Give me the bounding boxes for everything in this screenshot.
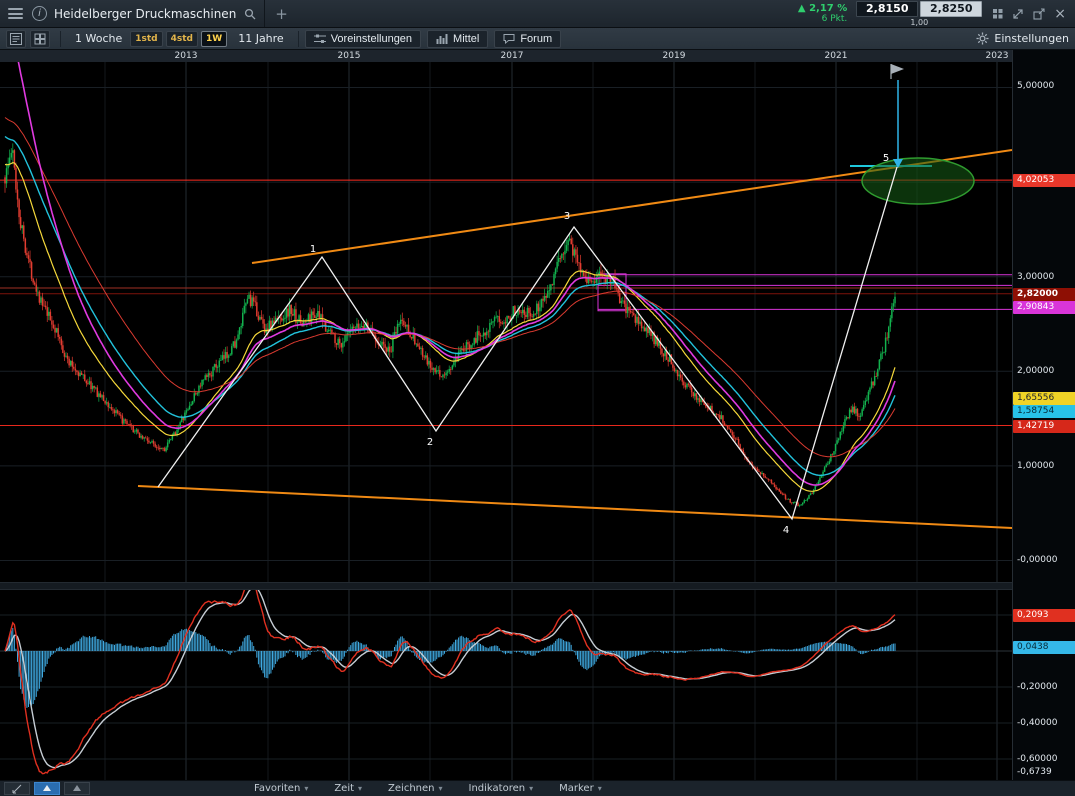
time-axis-year: 2015 bbox=[338, 51, 361, 61]
interval-button-4std[interactable]: 4std bbox=[166, 31, 198, 47]
title-bar: i Heidelberger Druckmaschinen + ▲ 2,17 %… bbox=[0, 0, 1075, 28]
svg-text:5: 5 bbox=[883, 153, 889, 164]
bottom-bar-item-zeichnen[interactable]: Zeichnen▾ bbox=[388, 783, 442, 794]
range-dropdown[interactable]: 11 Jahre bbox=[230, 32, 292, 45]
popout-icon[interactable] bbox=[1033, 8, 1045, 20]
presets-button[interactable]: Voreinstellungen bbox=[305, 30, 421, 48]
settings-button[interactable]: Einstellungen bbox=[976, 32, 1069, 45]
price-axis-badge: 1,58754 bbox=[1013, 405, 1075, 418]
chart-toolbar: 1 Woche 1std4std1W 11 Jahre Voreinstellu… bbox=[0, 28, 1075, 50]
gear-icon bbox=[976, 32, 989, 45]
time-axis[interactable]: 2013 2015 2017 2019 2021 2023 bbox=[0, 50, 1075, 62]
price-axis-badge: 0,2093 bbox=[1013, 609, 1075, 622]
search-icon[interactable] bbox=[244, 8, 256, 20]
time-axis-year: 2017 bbox=[501, 51, 524, 61]
price-axis-label: 1,00000 bbox=[1017, 461, 1054, 471]
mittel-button[interactable]: Mittel bbox=[427, 30, 488, 48]
price-axis-badge: 2,82000 bbox=[1013, 288, 1075, 301]
price-axis-label: -0,6739 bbox=[1017, 767, 1052, 777]
price-axis-badge: 2,90843 bbox=[1013, 301, 1075, 314]
svg-text:4: 4 bbox=[783, 525, 789, 536]
interval-button-1W[interactable]: 1W bbox=[201, 31, 227, 47]
time-axis-year: 2023 bbox=[986, 51, 1009, 61]
interval-dropdown[interactable]: 1 Woche bbox=[67, 32, 130, 45]
svg-text:3: 3 bbox=[564, 211, 570, 222]
drawing-tools-tab[interactable] bbox=[4, 782, 30, 795]
price-axis-badge: 1,65556 bbox=[1013, 392, 1075, 405]
chart-window: i Heidelberger Druckmaschinen + ▲ 2,17 %… bbox=[0, 0, 1075, 796]
layout-icon[interactable] bbox=[30, 30, 50, 48]
bottom-menu: Favoriten▾ Zeit▾ Zeichnen▾ Indikatoren▾ Mark… bbox=[254, 783, 602, 794]
price-axis-badge: 1,42719 bbox=[1013, 420, 1075, 433]
scroll-tab[interactable] bbox=[64, 782, 90, 795]
menu-icon[interactable] bbox=[8, 8, 23, 19]
price-axis-badge: 4,02053 bbox=[1013, 174, 1075, 187]
price-axis-label: 5,00000 bbox=[1017, 81, 1054, 91]
time-axis-year: 2021 bbox=[825, 51, 848, 61]
window-title: Heidelberger Druckmaschinen bbox=[54, 7, 236, 21]
bottom-bar-item-indikatoren[interactable]: Indikatoren▾ bbox=[469, 783, 534, 794]
add-tab-button[interactable]: + bbox=[264, 0, 298, 27]
price-axis-label: -0,40000 bbox=[1017, 718, 1057, 728]
price-axis-label: -0,20000 bbox=[1017, 682, 1057, 692]
instrument-info-icon[interactable]: i bbox=[32, 6, 47, 21]
time-axis-year: 2013 bbox=[175, 51, 198, 61]
price-chart[interactable]: 1 2 3 4 5 bbox=[0, 62, 1012, 582]
price-axis-label: 2,00000 bbox=[1017, 366, 1054, 376]
quote-panel: 2,8150 2,8250 1,00 bbox=[856, 1, 982, 27]
bottom-bar: Favoriten▾ Zeit▾ Zeichnen▾ Indikatoren▾ Mark… bbox=[0, 780, 1075, 796]
news-list-icon[interactable] bbox=[6, 30, 26, 48]
macd-panel[interactable] bbox=[0, 590, 1012, 780]
change-percent: ▲ 2,17 % bbox=[798, 3, 847, 15]
bottom-bar-item-marker[interactable]: Marker▾ bbox=[559, 783, 602, 794]
price-axis-badge: 0,0438 bbox=[1013, 641, 1075, 654]
layout-grid-icon[interactable] bbox=[992, 8, 1003, 19]
price-axis-label: -0,60000 bbox=[1017, 754, 1057, 764]
speech-bubble-icon bbox=[503, 33, 515, 44]
expand-icon[interactable] bbox=[1012, 8, 1024, 20]
interval-button-1std[interactable]: 1std bbox=[130, 31, 162, 47]
forum-button[interactable]: Forum bbox=[494, 30, 561, 48]
ask-price-button[interactable]: 2,8250 bbox=[920, 1, 982, 17]
bottom-bar-item-zeit[interactable]: Zeit▾ bbox=[334, 783, 362, 794]
price-change: ▲ 2,17 % 6 Pkt. bbox=[798, 3, 847, 25]
change-points: 6 Pkt. bbox=[798, 14, 847, 24]
price-axis-label: 3,00000 bbox=[1017, 272, 1054, 282]
scroll-up-tab[interactable] bbox=[34, 782, 60, 795]
indicator-chart-icon bbox=[436, 33, 448, 44]
bid-price-button[interactable]: 2,8150 bbox=[856, 1, 918, 17]
bottom-bar-item-favoriten[interactable]: Favoriten▾ bbox=[254, 783, 308, 794]
svg-text:2: 2 bbox=[427, 437, 433, 448]
spread-value: 1,00 bbox=[910, 18, 928, 27]
sliders-icon bbox=[314, 34, 326, 44]
panel-divider[interactable] bbox=[0, 582, 1012, 590]
time-axis-year: 2019 bbox=[663, 51, 686, 61]
interval-button-group: 1std4std1W bbox=[130, 31, 230, 47]
svg-text:1: 1 bbox=[310, 244, 316, 255]
close-icon[interactable]: × bbox=[1054, 7, 1066, 21]
price-axis-label: -0,00000 bbox=[1017, 555, 1057, 565]
price-axis[interactable]: 5,00000 3,00000 2,00000 1,00000 -0,00000 -0,2… bbox=[1012, 50, 1075, 780]
